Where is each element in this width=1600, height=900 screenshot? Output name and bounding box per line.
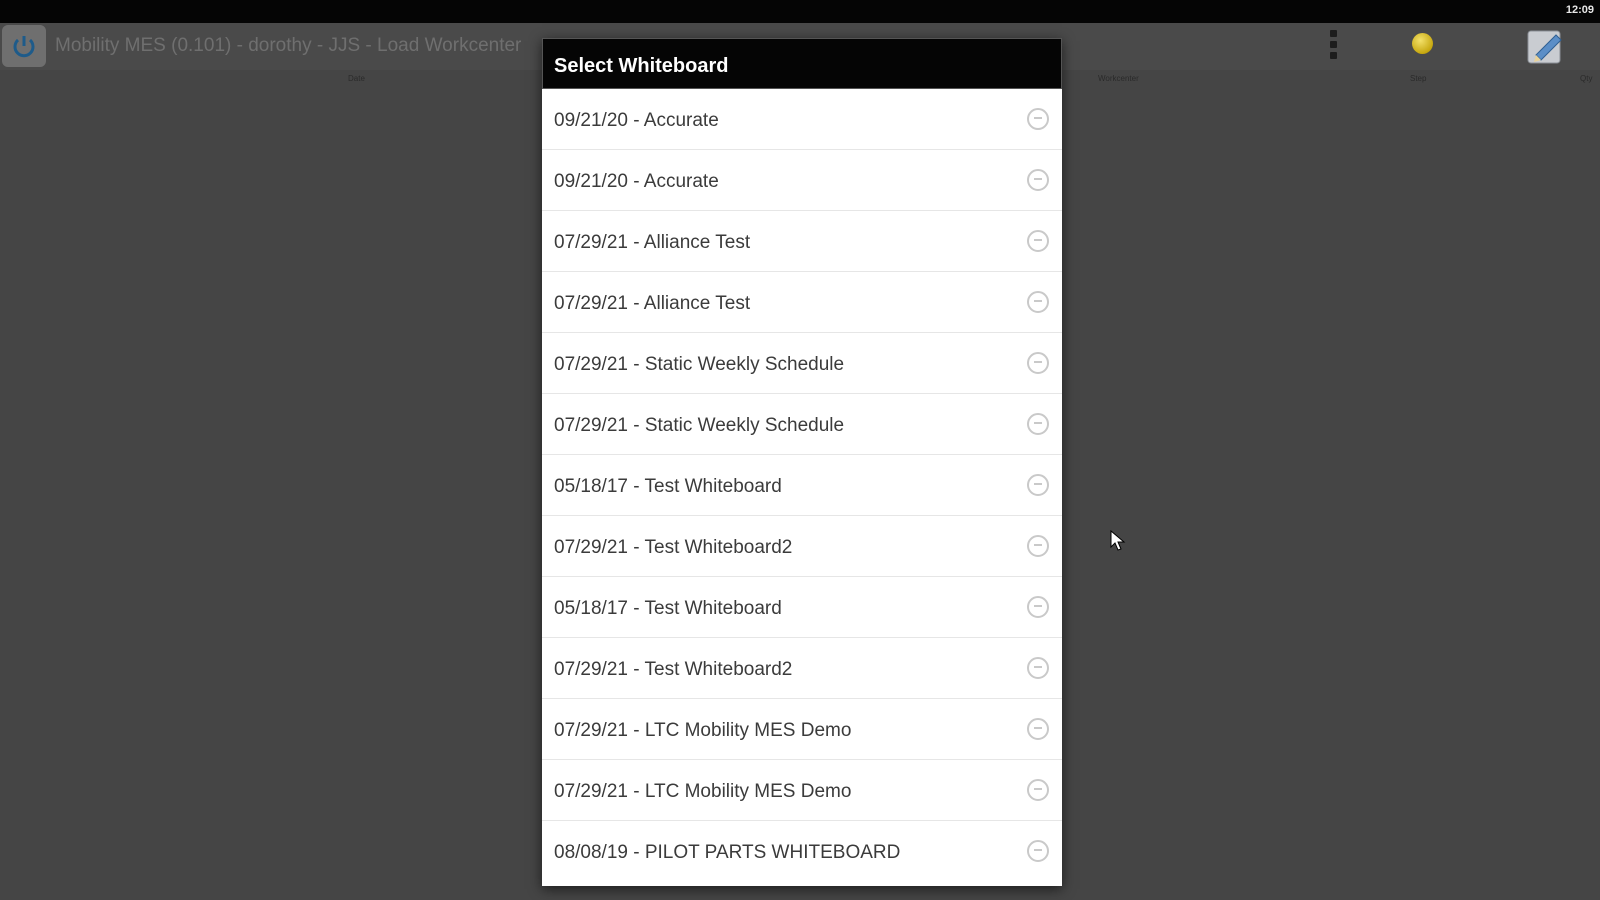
select-whiteboard-dialog: Select Whiteboard 09/21/20 - Accurate 09…: [542, 38, 1062, 886]
clock: 12:09: [1565, 4, 1594, 16]
whiteboard-list: 09/21/20 - Accurate 09/21/20 - Accurate …: [542, 89, 1062, 881]
whiteboard-item[interactable]: 07/29/21 - LTC Mobility MES Demo: [542, 699, 1062, 760]
radio-button[interactable]: [1027, 779, 1049, 801]
whiteboard-item-label: 07/29/21 - Static Weekly Schedule: [554, 415, 845, 436]
whiteboard-item[interactable]: 05/18/17 - Test Whiteboard: [542, 455, 1062, 516]
whiteboard-item-label: 07/29/21 - Test Whiteboard2: [554, 537, 793, 558]
whiteboard-item[interactable]: 05/18/17 - Test Whiteboard: [542, 577, 1062, 638]
whiteboard-item-label: 07/29/21 - Test Whiteboard2: [554, 659, 793, 680]
whiteboard-item[interactable]: 07/29/21 - Static Weekly Schedule: [542, 333, 1062, 394]
radio-button[interactable]: [1027, 535, 1049, 557]
column-qty: Qty: [1580, 74, 1593, 83]
whiteboard-item[interactable]: 07/29/21 - Static Weekly Schedule: [542, 394, 1062, 455]
whiteboard-item[interactable]: 09/21/20 - Accurate: [542, 89, 1062, 150]
whiteboard-item-label: 07/29/21 - Alliance Test: [554, 232, 751, 253]
app-title: Mobility MES (0.101) - dorothy - JJS - L…: [55, 35, 522, 56]
edit-pencil-icon[interactable]: [1524, 25, 1570, 67]
whiteboard-item-label: 07/29/21 - LTC Mobility MES Demo: [554, 781, 852, 802]
whiteboard-item-label: 07/29/21 - Alliance Test: [554, 293, 751, 314]
radio-button[interactable]: [1027, 474, 1049, 496]
power-sync-icon[interactable]: [2, 25, 46, 67]
system-status-bar: 12:09: [0, 0, 1600, 23]
column-step: Step: [1410, 74, 1427, 83]
column-workcenter: Workcenter: [1098, 74, 1139, 83]
whiteboard-item[interactable]: 07/29/21 - Test Whiteboard2: [542, 516, 1062, 577]
radio-button[interactable]: [1027, 840, 1049, 862]
whiteboard-item[interactable]: 07/29/21 - Alliance Test: [542, 211, 1062, 272]
radio-button[interactable]: [1027, 291, 1049, 313]
whiteboard-item-label: 05/18/17 - Test Whiteboard: [554, 598, 782, 619]
radio-button[interactable]: [1027, 596, 1049, 618]
whiteboard-item-label: 07/29/21 - LTC Mobility MES Demo: [554, 720, 852, 741]
whiteboard-item-label: 09/21/20 - Accurate: [554, 110, 719, 131]
radio-button[interactable]: [1027, 230, 1049, 252]
column-date: Date: [348, 74, 365, 83]
mouse-pointer-icon: [1110, 529, 1126, 557]
whiteboard-item-label: 09/21/20 - Accurate: [554, 171, 719, 192]
radio-button[interactable]: [1027, 352, 1049, 374]
radio-button[interactable]: [1027, 413, 1049, 435]
overflow-menu-icon[interactable]: [1328, 27, 1338, 63]
whiteboard-item-label: 07/29/21 - Static Weekly Schedule: [554, 354, 845, 375]
dialog-title: Select Whiteboard: [542, 38, 1062, 89]
radio-button[interactable]: [1027, 108, 1049, 130]
whiteboard-item[interactable]: 08/08/19 - PILOT PARTS WHITEBOARD: [542, 821, 1062, 881]
status-dot-icon: [1412, 33, 1433, 54]
whiteboard-item[interactable]: 09/21/20 - Accurate: [542, 150, 1062, 211]
whiteboard-item-label: 08/08/19 - PILOT PARTS WHITEBOARD: [554, 842, 901, 863]
whiteboard-item[interactable]: 07/29/21 - Alliance Test: [542, 272, 1062, 333]
radio-button[interactable]: [1027, 718, 1049, 740]
radio-button[interactable]: [1027, 169, 1049, 191]
radio-button[interactable]: [1027, 657, 1049, 679]
whiteboard-item[interactable]: 07/29/21 - Test Whiteboard2: [542, 638, 1062, 699]
whiteboard-item[interactable]: 07/29/21 - LTC Mobility MES Demo: [542, 760, 1062, 821]
whiteboard-item-label: 05/18/17 - Test Whiteboard: [554, 476, 782, 497]
